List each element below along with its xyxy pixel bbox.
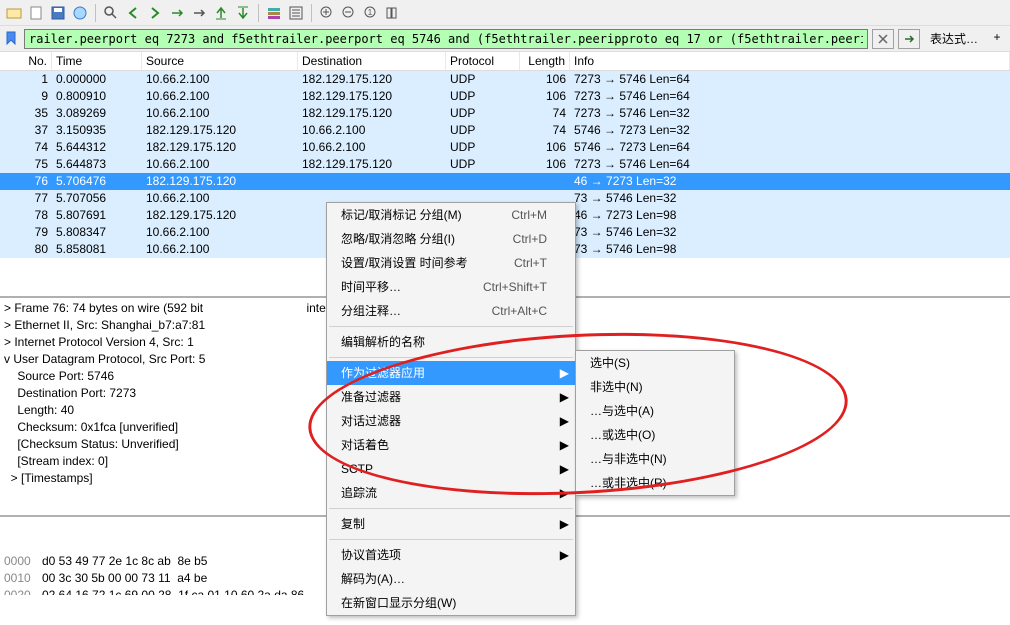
jump2-icon[interactable] xyxy=(189,3,209,23)
bookmark-icon[interactable] xyxy=(4,31,20,47)
menu-separator xyxy=(329,539,573,540)
submenu-item[interactable]: …与选中(A) xyxy=(576,399,734,423)
folder-icon[interactable] xyxy=(4,3,24,23)
submenu-item[interactable]: …或非选中(R) xyxy=(576,471,734,495)
col-header-info[interactable]: Info xyxy=(570,52,1010,70)
context-menu: 标记/取消标记 分组(M)Ctrl+M忽略/取消忽略 分组(I)Ctrl+D设置… xyxy=(326,202,576,616)
col-header-destination[interactable]: Destination xyxy=(298,52,446,70)
menu-item[interactable]: 在新窗口显示分组(W) xyxy=(327,591,575,615)
packet-row[interactable]: 373.150935182.129.175.12010.66.2.100UDP7… xyxy=(0,122,1010,139)
menu-item[interactable]: 标记/取消标记 分组(M)Ctrl+M xyxy=(327,203,575,227)
zoom-in-icon[interactable] xyxy=(317,3,337,23)
last-icon[interactable] xyxy=(233,3,253,23)
submenu-item[interactable]: …与非选中(N) xyxy=(576,447,734,471)
add-filter-button[interactable]: + xyxy=(988,30,1006,48)
menu-item[interactable]: 设置/取消设置 时间参考Ctrl+T xyxy=(327,251,575,275)
menu-item[interactable]: 对话过滤器▶ xyxy=(327,409,575,433)
menu-item[interactable]: 准备过滤器▶ xyxy=(327,385,575,409)
toolbar-separator xyxy=(258,4,259,22)
menu-separator xyxy=(329,357,573,358)
packet-row[interactable]: 353.08926910.66.2.100182.129.175.120UDP7… xyxy=(0,105,1010,122)
packet-list-header: No. Time Source Destination Protocol Len… xyxy=(0,52,1010,71)
colorize-icon[interactable] xyxy=(264,3,284,23)
submenu-item[interactable]: 非选中(N) xyxy=(576,375,734,399)
zoom-out-icon[interactable] xyxy=(339,3,359,23)
col-header-source[interactable]: Source xyxy=(142,52,298,70)
col-header-no[interactable]: No. xyxy=(0,52,52,70)
packet-row[interactable]: 745.644312182.129.175.12010.66.2.100UDP1… xyxy=(0,139,1010,156)
first-icon[interactable] xyxy=(211,3,231,23)
globe-icon[interactable] xyxy=(70,3,90,23)
menu-separator xyxy=(329,508,573,509)
submenu-item[interactable]: 选中(S) xyxy=(576,351,734,375)
forward-icon[interactable] xyxy=(145,3,165,23)
expression-button[interactable]: 表达式… xyxy=(924,30,984,47)
find-icon[interactable] xyxy=(101,3,121,23)
zoom-reset-icon[interactable]: 1 xyxy=(361,3,381,23)
menu-item[interactable]: 编辑解析的名称 xyxy=(327,330,575,354)
toolbar-separator xyxy=(95,4,96,22)
packet-row[interactable]: 10.00000010.66.2.100182.129.175.120UDP10… xyxy=(0,71,1010,88)
jump-icon[interactable] xyxy=(167,3,187,23)
back-icon[interactable] xyxy=(123,3,143,23)
col-header-protocol[interactable]: Protocol xyxy=(446,52,520,70)
filter-bar: 表达式… + xyxy=(0,26,1010,52)
apply-filter-button[interactable] xyxy=(898,29,920,49)
page-icon[interactable] xyxy=(26,3,46,23)
toolbar-separator xyxy=(311,4,312,22)
menu-item[interactable]: 分组注释…Ctrl+Alt+C xyxy=(327,299,575,323)
menu-item[interactable]: 追踪流▶ xyxy=(327,481,575,505)
clear-filter-button[interactable] xyxy=(872,29,894,49)
packet-row[interactable]: 90.80091010.66.2.100182.129.175.120UDP10… xyxy=(0,88,1010,105)
menu-item[interactable]: 解码为(A)… xyxy=(327,567,575,591)
menu-item[interactable]: 忽略/取消忽略 分组(I)Ctrl+D xyxy=(327,227,575,251)
resize-cols-icon[interactable] xyxy=(383,3,403,23)
menu-item[interactable]: 复制▶ xyxy=(327,512,575,536)
menu-item[interactable]: 对话着色▶ xyxy=(327,433,575,457)
context-submenu: 选中(S)非选中(N)…与选中(A)…或选中(O)…与非选中(N)…或非选中(R… xyxy=(575,350,735,496)
display-filter-input[interactable] xyxy=(24,29,868,49)
menu-item[interactable]: 协议首选项▶ xyxy=(327,543,575,567)
svg-text:1: 1 xyxy=(368,8,373,17)
autoscroll-icon[interactable] xyxy=(286,3,306,23)
packet-row[interactable]: 755.64487310.66.2.100182.129.175.120UDP1… xyxy=(0,156,1010,173)
menu-item[interactable]: 作为过滤器应用▶ xyxy=(327,361,575,385)
col-header-time[interactable]: Time xyxy=(52,52,142,70)
packet-row[interactable]: 765.706476182.129.175.12046 → 7273 Len=3… xyxy=(0,173,1010,190)
menu-item[interactable]: SCTP▶ xyxy=(327,457,575,481)
col-header-length[interactable]: Length xyxy=(520,52,570,70)
menu-separator xyxy=(329,326,573,327)
main-toolbar: 1 xyxy=(0,0,1010,26)
menu-item[interactable]: 时间平移…Ctrl+Shift+T xyxy=(327,275,575,299)
save-icon[interactable] xyxy=(48,3,68,23)
submenu-item[interactable]: …或选中(O) xyxy=(576,423,734,447)
